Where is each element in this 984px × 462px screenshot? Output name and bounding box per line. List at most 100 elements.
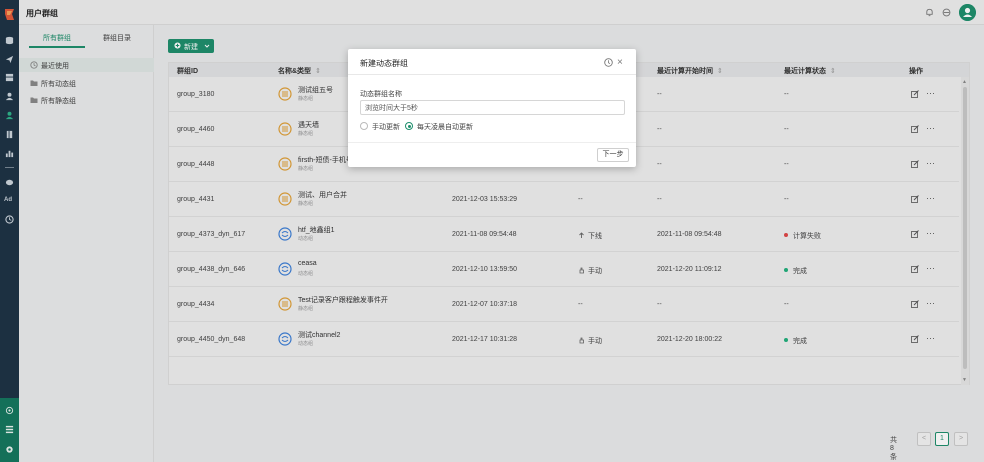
grid-icon[interactable] <box>5 73 14 82</box>
database-icon[interactable] <box>5 36 14 45</box>
more-icon[interactable]: ··· <box>926 298 935 308</box>
ad-icon[interactable]: Ad <box>4 197 12 203</box>
more-icon[interactable]: ··· <box>926 228 935 238</box>
scroll-down-icon[interactable]: ▼ <box>962 377 967 383</box>
th-last-calc-status[interactable]: 最近计算状态 ⇕ <box>784 66 836 76</box>
nav-item-dynamic-groups[interactable]: 所有动态组 <box>19 76 154 90</box>
pagination-total: 共 8 条 <box>890 437 897 461</box>
group-name[interactable]: firsth-短债-手机号 <box>298 155 353 165</box>
update-mode-label: 手动 <box>588 268 602 275</box>
more-icon[interactable]: ··· <box>926 193 935 203</box>
clock-icon <box>30 61 38 69</box>
more-icon[interactable]: ··· <box>926 333 935 343</box>
nav-item-static-groups[interactable]: 所有静态组 <box>19 93 154 107</box>
update-mode: 下线 <box>578 231 602 241</box>
calc-status: -- <box>784 196 789 203</box>
user-group-icon[interactable] <box>5 111 14 120</box>
edit-icon[interactable] <box>911 195 919 203</box>
calc-status: 完成 <box>784 266 807 276</box>
scrollbar-thumb[interactable] <box>963 87 967 369</box>
static-group-icon <box>278 87 292 101</box>
table-row[interactable]: group_4434 Test记录客户跟程触发事件开 静态组 2021-12-07 1… <box>169 287 959 322</box>
created-time: 2021-12-07 10:37:18 <box>452 301 517 308</box>
th-ops: 操作 <box>909 66 923 76</box>
next-page-button[interactable]: > <box>954 432 968 446</box>
chat-icon[interactable] <box>5 178 14 187</box>
dialog-footer-divider <box>348 142 636 143</box>
book-icon[interactable] <box>5 130 14 139</box>
group-type: 静态组 <box>298 131 314 137</box>
send-icon[interactable] <box>5 55 14 64</box>
clock-icon[interactable] <box>5 215 14 224</box>
help-icon[interactable] <box>604 58 613 67</box>
close-icon[interactable]: × <box>617 57 623 68</box>
status-label: 完成 <box>793 268 807 275</box>
table-row[interactable]: group_4373_dyn_617 htf_地鑫组1 动态组 2021-11-08 … <box>169 217 959 252</box>
status-dot <box>784 233 788 237</box>
edit-icon[interactable] <box>911 125 919 133</box>
list-icon[interactable] <box>5 425 14 434</box>
group-type: 静态组 <box>298 166 314 172</box>
rail-bottom-section <box>0 398 19 462</box>
th-group-id[interactable]: 群组ID <box>177 66 198 76</box>
active-tab-indicator <box>29 46 85 48</box>
group-name[interactable]: 测试、用户合并 <box>298 190 347 200</box>
group-name[interactable]: 测试channel2 <box>298 330 340 340</box>
th-name-type[interactable]: 名称&类型 ⇕ <box>278 66 321 76</box>
edit-icon[interactable] <box>911 335 919 343</box>
update-mode: -- <box>578 196 583 203</box>
table-row[interactable]: group_4431 测试、用户合并 静态组 2021-12-03 15:53:29 -… <box>169 182 959 217</box>
more-icon[interactable]: ··· <box>926 123 935 133</box>
more-icon[interactable]: ··· <box>926 263 935 273</box>
new-button-label: 新建 <box>184 44 198 51</box>
th-label: 最近计算开始时间 <box>657 68 713 75</box>
calc-status: -- <box>784 91 789 98</box>
next-step-button[interactable]: 下一步 <box>597 148 629 162</box>
prev-page-button[interactable]: < <box>917 432 931 446</box>
more-icon[interactable]: ··· <box>926 158 935 168</box>
network-icon[interactable] <box>5 406 14 415</box>
nav-item-recent[interactable]: 最近使用 <box>19 58 154 72</box>
created-time: 2021-12-17 10:31:28 <box>452 336 517 343</box>
settings-icon[interactable] <box>5 445 14 454</box>
scroll-up-icon[interactable]: ▲ <box>962 79 967 85</box>
page-title: 用户群组 <box>26 9 58 18</box>
page-1-button[interactable]: 1 <box>935 432 949 446</box>
user-icon[interactable] <box>5 92 14 101</box>
radio-circle-selected[interactable] <box>405 122 413 130</box>
group-type: 动态组 <box>298 271 314 277</box>
group-name[interactable]: ceasa <box>298 260 317 267</box>
more-icon[interactable]: ··· <box>926 88 935 98</box>
group-name[interactable]: Test记录客户跟程触发事件开 <box>298 295 388 305</box>
app-logo-icon[interactable] <box>4 8 15 21</box>
tab-group-directory[interactable]: 群组目录 <box>103 33 131 43</box>
table-scrollbar[interactable]: ▲ ▼ <box>961 77 969 385</box>
last-calc-time: -- <box>657 196 662 203</box>
group-name[interactable]: 遇天墙 <box>298 120 319 130</box>
hand-icon <box>578 267 588 275</box>
th-last-calc-time[interactable]: 最近计算开始时间 ⇕ <box>657 66 723 76</box>
group-id: group_4373_dyn_617 <box>177 231 246 238</box>
edit-icon[interactable] <box>911 300 919 308</box>
bell-icon[interactable] <box>925 8 934 17</box>
edit-icon[interactable] <box>911 265 919 273</box>
group-name[interactable]: 测试组五号 <box>298 85 333 95</box>
edit-icon[interactable] <box>911 230 919 238</box>
status-dot <box>784 268 788 272</box>
table-row[interactable]: group_4450_dyn_648 测试channel2 动态组 2021-12-1… <box>169 322 959 357</box>
static-group-icon <box>278 157 292 171</box>
edit-icon[interactable] <box>911 90 919 98</box>
status-label: 完成 <box>793 338 807 345</box>
group-name[interactable]: htf_地鑫组1 <box>298 225 335 235</box>
edit-icon[interactable] <box>911 160 919 168</box>
tab-all-groups[interactable]: 所有群组 <box>43 33 71 43</box>
new-dynamic-group-dialog: 新建动态群组 × 动态群组名称 手动更新 每天凌晨自动更新 下一步 <box>348 49 636 167</box>
group-name-input[interactable] <box>360 100 625 115</box>
radio-circle[interactable] <box>360 122 368 130</box>
avatar[interactable] <box>959 4 976 21</box>
table-row[interactable]: group_4438_dyn_646 ceasa 动态组 2021-12-10 13:… <box>169 252 959 287</box>
created-time: 2021-12-10 13:59:50 <box>452 266 517 273</box>
bar-chart-icon[interactable] <box>5 149 14 158</box>
support-icon[interactable] <box>942 8 951 17</box>
new-group-button[interactable]: 新建 <box>168 39 214 53</box>
